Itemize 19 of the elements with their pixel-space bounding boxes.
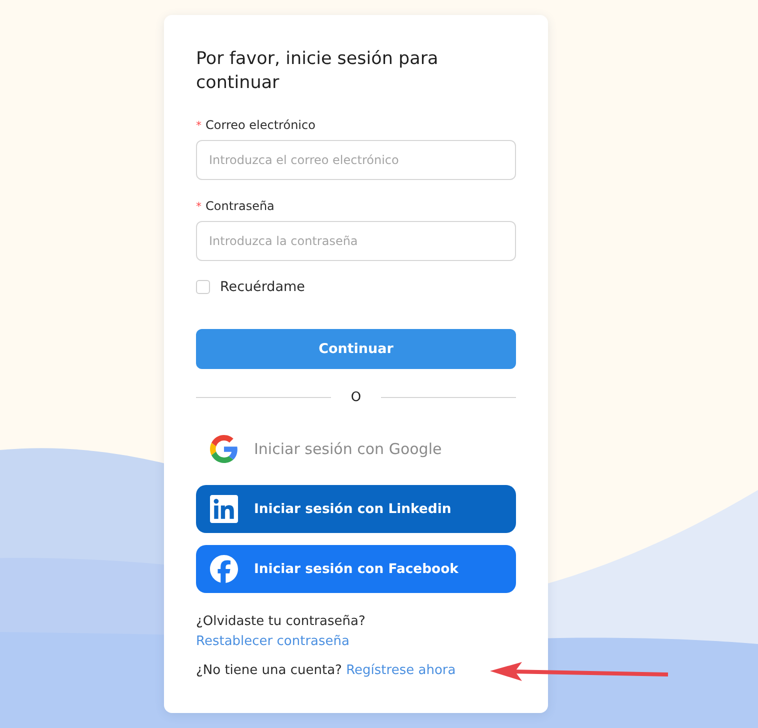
divider-label: O: [350, 390, 362, 404]
forgot-password-text: ¿Olvidaste tu contraseña? Restablecer contraseña: [196, 613, 366, 651]
facebook-login-button[interactable]: Iniciar sesión con Facebook: [196, 545, 516, 593]
google-logo-icon: [210, 435, 238, 463]
facebook-logo-icon: [210, 555, 238, 583]
required-asterisk: *: [196, 200, 202, 212]
email-field[interactable]: Introduzca el correo electrónico: [196, 140, 516, 180]
remember-checkbox[interactable]: [196, 280, 210, 294]
password-field[interactable]: Introduzca la contraseña: [196, 221, 516, 261]
reset-password-link[interactable]: Restablecer contraseña: [196, 634, 350, 649]
field-label: Correo electrónico: [206, 118, 316, 132]
register-link[interactable]: Regístrese ahora: [346, 663, 456, 678]
field-label: Contraseña: [206, 199, 274, 213]
login-title: Por favor, inicie sesión para continuar: [196, 48, 440, 95]
required-asterisk: *: [196, 118, 202, 132]
continue-button[interactable]: Continuar: [196, 329, 516, 369]
linkedin-login-button[interactable]: Iniciar sesión con Linkedin: [196, 485, 516, 533]
remember-label: Recuérdame: [220, 279, 305, 295]
linkedin-logo-icon: [210, 495, 238, 523]
